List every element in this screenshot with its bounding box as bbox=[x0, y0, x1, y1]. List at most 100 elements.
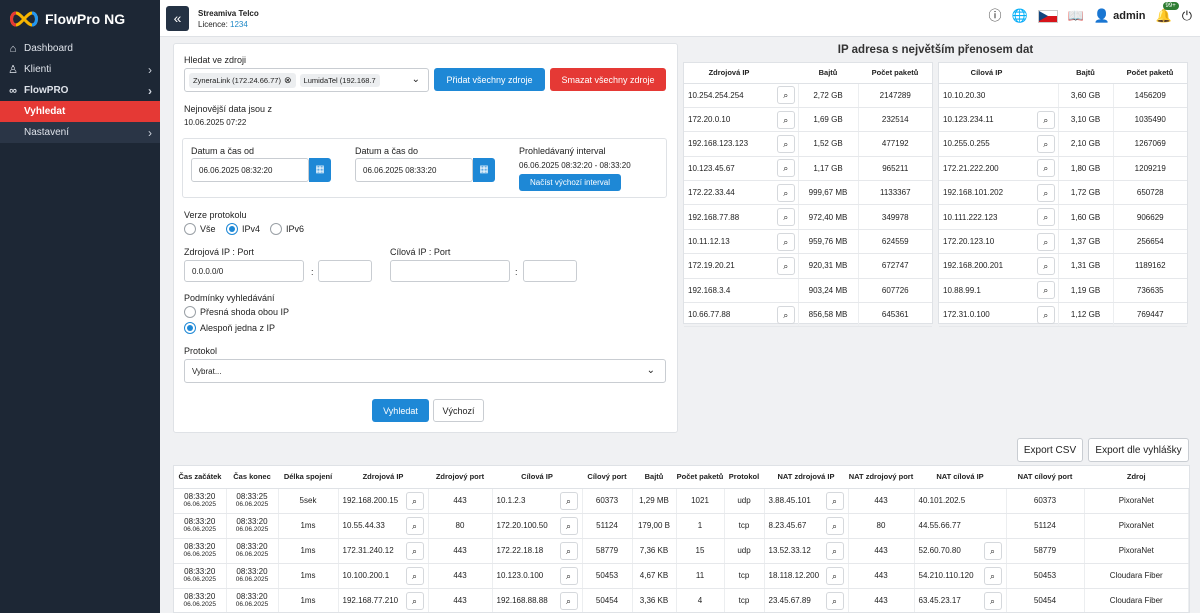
date-from-input[interactable]: 06.06.2025 08:32:20 bbox=[191, 158, 309, 182]
column-header[interactable]: NAT zdrojová IP bbox=[764, 466, 848, 489]
search-icon[interactable]: ⌕ bbox=[1036, 256, 1055, 275]
remove-all-sources-button[interactable]: Smazat všechny zdroje bbox=[550, 68, 666, 91]
search-icon[interactable]: ⌕ bbox=[1036, 110, 1055, 129]
column-header[interactable]: Cílový port bbox=[582, 466, 632, 489]
destination-port-cell: 50453 bbox=[582, 563, 633, 589]
export-filtered-button[interactable]: Export dle vyhlášky bbox=[1088, 438, 1189, 462]
table-row[interactable]: 08:33:20 06.06.2025 08:33:20 06.06.2025 1ms 1… bbox=[174, 563, 1189, 589]
column-header[interactable]: Počet paketů bbox=[676, 466, 724, 489]
column-header[interactable]: NAT zdrojový port bbox=[848, 466, 914, 489]
protocol-select[interactable]: Vybrat... ⌄ bbox=[184, 359, 666, 383]
radio-exact-match[interactable]: Přesná shoda obou IP bbox=[184, 306, 289, 318]
search-icon[interactable]: ⌕ bbox=[559, 591, 578, 610]
table-row[interactable]: 08:33:20 06.06.2025 08:33:20 06.06.2025 1ms 1… bbox=[174, 588, 1189, 612]
column-header[interactable]: NAT cílová IP bbox=[914, 466, 1006, 489]
protocol-cell: udp bbox=[724, 538, 765, 564]
table-row[interactable]: 08:33:20 06.06.2025 08:33:20 06.06.2025 1ms 1… bbox=[174, 538, 1189, 564]
search-icon[interactable]: ⌕ bbox=[1036, 208, 1055, 227]
dst-ip-input[interactable] bbox=[390, 260, 510, 282]
search-icon[interactable]: ⌕ bbox=[776, 305, 795, 324]
add-all-sources-button[interactable]: Přidat všechny zdroje bbox=[434, 68, 545, 91]
radio-any-ip[interactable]: Alespoň jedna z IP bbox=[184, 322, 275, 334]
search-icon[interactable]: ⌕ bbox=[825, 516, 844, 535]
source-port-cell: 443 bbox=[428, 538, 493, 564]
search-icon[interactable]: ⌕ bbox=[983, 541, 1002, 560]
search-icon[interactable]: ⌕ bbox=[405, 516, 424, 535]
search-icon[interactable]: ⌕ bbox=[1036, 183, 1055, 202]
export-csv-button[interactable]: Export CSV bbox=[1017, 438, 1083, 462]
search-button[interactable]: Vyhledat bbox=[372, 399, 429, 422]
dst-port-input[interactable] bbox=[523, 260, 577, 282]
info-icon[interactable]: ⓘ bbox=[989, 9, 1002, 23]
collapse-sidebar-button[interactable]: « bbox=[166, 6, 189, 31]
search-icon[interactable]: ⌕ bbox=[559, 566, 578, 585]
radio-ipv6[interactable]: IPv6 bbox=[270, 223, 304, 235]
sidebar-item-dashboard[interactable]: ⌂ Dashboard bbox=[0, 38, 160, 59]
notifications[interactable]: 🔔 99+ bbox=[1156, 2, 1179, 23]
ip-cell: 10.123.45.67 bbox=[684, 156, 774, 182]
src-ip-input[interactable]: 0.0.0.0/0 bbox=[184, 260, 304, 282]
src-port-input[interactable] bbox=[318, 260, 372, 282]
table-row[interactable]: 08:33:20 06.06.2025 08:33:20 06.06.2025 1ms 1… bbox=[174, 513, 1189, 539]
search-icon[interactable]: ⌕ bbox=[559, 516, 578, 535]
search-icon[interactable]: ⌕ bbox=[776, 134, 795, 153]
column-header[interactable]: Zdrojový port bbox=[428, 466, 492, 489]
sidebar-item-vyhledat[interactable]: Vyhledat bbox=[0, 101, 160, 122]
app-logo[interactable]: FlowPro NG bbox=[0, 0, 160, 37]
search-icon[interactable]: ⌕ bbox=[825, 591, 844, 610]
search-icon[interactable]: ⌕ bbox=[825, 491, 844, 510]
load-default-interval-button[interactable]: Načíst výchozí interval bbox=[519, 174, 621, 191]
power-icon[interactable]: ⏻ bbox=[1182, 9, 1192, 23]
column-header[interactable]: Bajtů bbox=[632, 466, 676, 489]
search-icon[interactable]: ⌕ bbox=[776, 86, 795, 105]
column-header[interactable]: Cílová IP bbox=[492, 466, 582, 489]
column-header[interactable]: Zdrojová IP bbox=[338, 466, 428, 489]
column-header[interactable]: Čas začátek bbox=[174, 466, 226, 489]
search-icon[interactable]: ⌕ bbox=[405, 566, 424, 585]
globe-icon[interactable]: 🌐 bbox=[1012, 9, 1028, 23]
search-icon[interactable]: ⌕ bbox=[825, 566, 844, 585]
czech-flag-icon[interactable] bbox=[1037, 9, 1058, 23]
sidebar-item-klienti[interactable]: ♙ Klienti › bbox=[0, 59, 160, 80]
search-icon[interactable]: ⌕ bbox=[776, 183, 795, 202]
packets-cell: 672747 bbox=[857, 253, 932, 279]
chevron-down-icon[interactable]: ⌄ bbox=[412, 74, 420, 85]
radio-all[interactable]: Vše bbox=[184, 223, 216, 235]
column-header[interactable]: Délka spojení bbox=[278, 466, 338, 489]
sidebar-item-nastaveni[interactable]: Nastavení › bbox=[0, 122, 160, 143]
search-icon[interactable]: ⌕ bbox=[405, 591, 424, 610]
radio-ipv4[interactable]: IPv4 bbox=[226, 223, 260, 235]
search-icon[interactable]: ⌕ bbox=[776, 256, 795, 275]
search-icon[interactable]: ⌕ bbox=[776, 110, 795, 129]
search-icon[interactable]: ⌕ bbox=[1036, 159, 1055, 178]
search-icon[interactable]: ⌕ bbox=[1036, 134, 1055, 153]
default-button[interactable]: Výchozí bbox=[433, 399, 484, 422]
table-row[interactable]: 08:33:20 06.06.2025 08:33:25 06.06.2025 5sek… bbox=[174, 488, 1189, 514]
remove-chip-icon[interactable]: ⊗ bbox=[284, 75, 292, 86]
column-header[interactable]: Čas konec bbox=[226, 466, 278, 489]
column-header[interactable]: NAT cílový port bbox=[1006, 466, 1084, 489]
calendar-icon[interactable]: ▦ bbox=[473, 158, 495, 182]
search-icon[interactable]: ⌕ bbox=[559, 491, 578, 510]
sidebar-item-flowpro[interactable]: ∞ FlowPRO › bbox=[0, 80, 160, 101]
search-icon[interactable]: ⌕ bbox=[1036, 232, 1055, 251]
search-icon[interactable]: ⌕ bbox=[1036, 281, 1055, 300]
search-icon[interactable]: ⌕ bbox=[776, 208, 795, 227]
calendar-icon[interactable]: ▦ bbox=[309, 158, 331, 182]
search-icon[interactable]: ⌕ bbox=[559, 541, 578, 560]
search-icon[interactable]: ⌕ bbox=[983, 566, 1002, 585]
search-icon[interactable]: ⌕ bbox=[405, 541, 424, 560]
user-menu[interactable]: 👤 admin bbox=[1094, 9, 1146, 23]
column-header[interactable]: Zdroj bbox=[1084, 466, 1189, 489]
table-row: 10.11.12.13 ⌕ 959,76 MB 624559 bbox=[684, 229, 932, 255]
search-icon[interactable]: ⌕ bbox=[1036, 305, 1055, 324]
search-icon[interactable]: ⌕ bbox=[776, 159, 795, 178]
search-icon[interactable]: ⌕ bbox=[405, 491, 424, 510]
search-icon[interactable]: ⌕ bbox=[983, 591, 1002, 610]
column-header[interactable]: Protokol bbox=[724, 466, 764, 489]
book-icon[interactable]: 📖 bbox=[1068, 9, 1084, 23]
date-to-input[interactable]: 06.06.2025 08:33:20 bbox=[355, 158, 473, 182]
search-icon[interactable]: ⌕ bbox=[776, 232, 795, 251]
sources-multiselect[interactable]: ZyneraLink (172.24.66.77) ⊗ LumidaTel (19… bbox=[184, 68, 429, 92]
search-icon[interactable]: ⌕ bbox=[825, 541, 844, 560]
